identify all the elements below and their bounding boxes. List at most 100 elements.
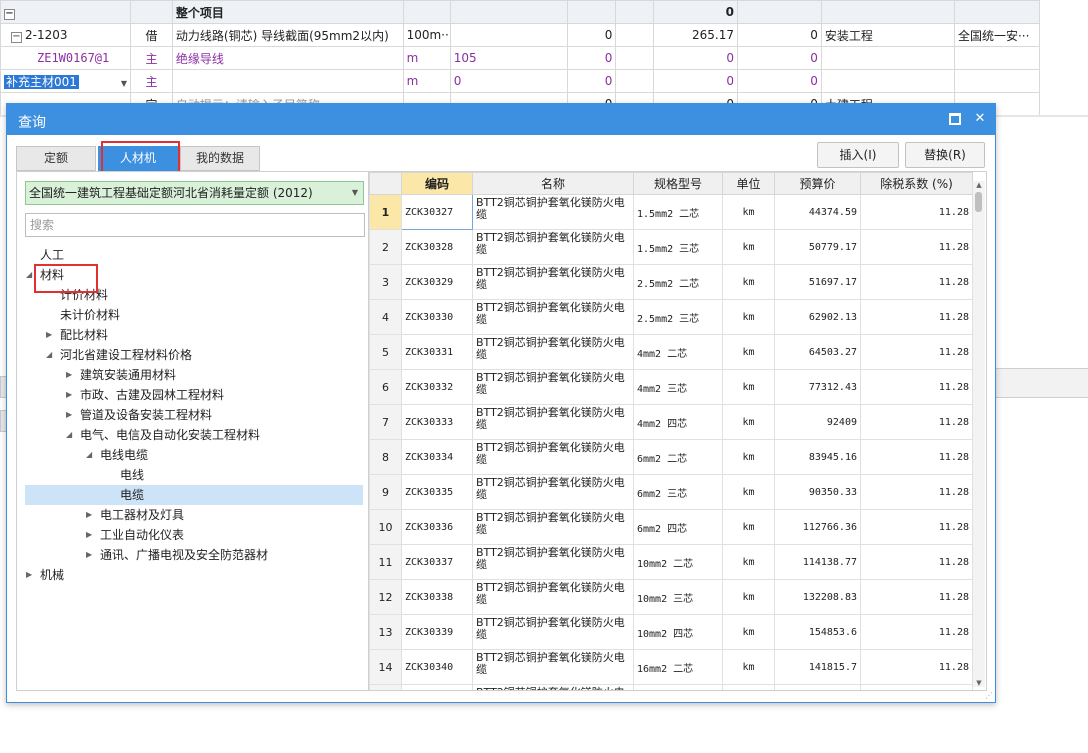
material-spec[interactable]: 16mm2 二芯 — [633, 649, 723, 685]
row-number[interactable]: 9 — [369, 474, 402, 510]
collapsed-arrow-icon[interactable]: ▶ — [66, 385, 72, 405]
material-name[interactable]: BTT2铜芯铜护套氧化镁防火电缆 — [472, 684, 634, 690]
material-name[interactable]: BTT2铜芯铜护套氧化镁防火电缆 — [472, 404, 634, 440]
tax-coefficient[interactable]: 11.28 — [860, 509, 973, 545]
table-row[interactable]: 15ZCK30341BTT2铜芯铜护套氧化镁防火电缆16mm2 三芯km1742… — [369, 684, 973, 690]
tax-coefficient[interactable]: 11.28 — [860, 474, 973, 510]
material-spec[interactable]: 1.5mm2 三芯 — [633, 229, 723, 265]
material-unit[interactable]: km — [722, 299, 775, 335]
expanded-arrow-icon[interactable]: ◢ — [46, 345, 52, 365]
sheet-collapse-cell[interactable]: − — [0, 0, 131, 24]
tax-coefficient[interactable]: 11.28 — [860, 194, 973, 230]
material-spec[interactable]: 4mm2 四芯 — [633, 404, 723, 440]
budget-price[interactable]: 77312.43 — [774, 369, 861, 405]
tax-coefficient[interactable]: 11.28 — [860, 614, 973, 650]
table-row[interactable]: 10 ZCK30336 BTT2铜芯铜护套氧化镁防火电缆 6mm2 四芯 km 11276… — [369, 509, 973, 545]
material-unit[interactable]: km — [722, 369, 775, 405]
table-row[interactable]: 7 ZCK30333 BTT2铜芯铜护套氧化镁防火电缆 4mm2 四芯 km 92409 1… — [369, 404, 973, 440]
material-code[interactable]: ZCK30332 — [401, 369, 473, 405]
material-name[interactable]: BTT2铜芯铜护套氧化镁防火电缆 — [472, 299, 634, 335]
table-row[interactable]: 8 ZCK30334 BTT2铜芯铜护套氧化镁防火电缆 6mm2 二芯 km 83945.… — [369, 439, 973, 475]
grid-header-unit[interactable]: 单位 — [722, 172, 775, 195]
sheet-header-row[interactable]: − 整个项目 0 — [0, 0, 1041, 24]
tab-quota[interactable]: 定额 — [16, 146, 96, 171]
material-name[interactable]: BTT2铜芯铜护套氧化镁防火电缆 — [472, 264, 634, 300]
minus-box-icon[interactable]: − — [11, 31, 22, 43]
row-number[interactable]: 2 — [369, 229, 402, 265]
row-number[interactable]: 8 — [369, 439, 402, 475]
grid-header-price[interactable]: 预算价 — [774, 172, 861, 195]
grid-header-code[interactable]: 编码 — [401, 172, 473, 195]
tax-coefficient[interactable]: 11.28 — [860, 404, 973, 440]
material-code[interactable]: ZCK30338 — [401, 579, 473, 615]
sheet-row[interactable]: ZE1W0167@1 主 绝缘导线 m 105 0 0 0 — [0, 46, 1041, 70]
tree-item[interactable]: 人工 — [25, 245, 363, 265]
grid-scrollbar[interactable]: ▲ ▼ — [972, 181, 985, 687]
table-row[interactable]: 12 ZCK30338 BTT2铜芯铜护套氧化镁防火电缆 10mm2 三芯 km 1322… — [369, 579, 973, 615]
material-name[interactable]: BTT2铜芯铜护套氧化镁防火电缆 — [472, 369, 634, 405]
material-spec[interactable]: 4mm2 二芯 — [633, 334, 723, 370]
sheet-code[interactable]: 补充主材001 — [4, 74, 79, 89]
collapsed-arrow-icon[interactable]: ▶ — [26, 565, 32, 585]
material-name[interactable]: BTT2铜芯铜护套氧化镁防火电缆 — [472, 614, 634, 650]
material-spec[interactable]: 10mm2 二芯 — [633, 544, 723, 580]
tax-coefficient[interactable]: 11.28 — [860, 439, 973, 475]
row-number[interactable]: 6 — [369, 369, 402, 405]
material-code[interactable]: ZCK30341 — [401, 684, 473, 690]
row-number[interactable]: 14 — [369, 649, 402, 685]
replace-button[interactable]: 替换(R) — [905, 142, 985, 168]
tree-item[interactable]: ◢ 河北省建设工程材料价格 — [25, 345, 363, 365]
row-number[interactable]: 4 — [369, 299, 402, 335]
material-unit[interactable]: km — [722, 474, 775, 510]
material-spec[interactable]: 6mm2 二芯 — [633, 439, 723, 475]
table-row[interactable]: 5 ZCK30331 BTT2铜芯铜护套氧化镁防火电缆 4mm2 二芯 km 64503.… — [369, 334, 973, 370]
collapsed-arrow-icon[interactable]: ▶ — [86, 525, 92, 545]
grid-header-name[interactable]: 名称 — [472, 172, 634, 195]
expanded-arrow-icon[interactable]: ◢ — [86, 445, 92, 465]
tab-my-data[interactable]: 我的数据 — [180, 146, 260, 171]
budget-price[interactable]: 132208.83 — [774, 579, 861, 615]
material-spec[interactable]: 2.5mm2 二芯 — [633, 264, 723, 300]
material-code[interactable]: ZCK30334 — [401, 439, 473, 475]
material-name[interactable]: BTT2铜芯铜护套氧化镁防火电缆 — [472, 474, 634, 510]
table-row[interactable]: 14 ZCK30340 BTT2铜芯铜护套氧化镁防火电缆 16mm2 二芯 km 1418… — [369, 649, 973, 685]
material-unit[interactable]: km — [722, 334, 775, 370]
resize-grip-icon[interactable]: ⋰ — [985, 691, 993, 700]
tax-coefficient[interactable]: 11.28 — [860, 264, 973, 300]
material-name[interactable]: BTT2铜芯铜护套氧化镁防火电缆 — [472, 439, 634, 475]
material-unit[interactable]: km — [722, 264, 775, 300]
budget-price[interactable]: 64503.27 — [774, 334, 861, 370]
chevron-down-icon[interactable]: ▼ — [352, 182, 358, 204]
tree-item[interactable]: ▶ 市政、古建及园林工程材料 — [25, 385, 363, 405]
tax-coefficient[interactable]: 11.28 — [860, 649, 973, 685]
material-name[interactable]: BTT2铜芯铜护套氧化镁防火电缆 — [472, 334, 634, 370]
material-spec[interactable]: 16mm2 三芯 — [633, 684, 723, 690]
budget-price[interactable]: 62902.13 — [774, 299, 861, 335]
tree-item[interactable]: ▶ 机械 — [25, 565, 363, 585]
material-unit[interactable]: km — [722, 194, 775, 230]
collapsed-arrow-icon[interactable]: ▶ — [66, 405, 72, 425]
tree-item[interactable]: ▶ 建筑安装通用材料 — [25, 365, 363, 385]
sheet-row[interactable]: −2-1203 借 动力线路(铜芯) 导线截面(95mm2以内) 100m···… — [0, 23, 1041, 47]
material-code[interactable]: ZCK30336 — [401, 509, 473, 545]
expanded-arrow-icon[interactable]: ◢ — [26, 265, 32, 285]
grid-header-tax[interactable]: 除税系数 (%) — [860, 172, 973, 195]
tree-item[interactable]: 未计价材料 — [25, 305, 363, 325]
material-spec[interactable]: 6mm2 四芯 — [633, 509, 723, 545]
budget-price[interactable]: 51697.17 — [774, 264, 861, 300]
material-code[interactable]: ZCK30333 — [401, 404, 473, 440]
row-number[interactable]: 12 — [369, 579, 402, 615]
material-name[interactable]: BTT2铜芯铜护套氧化镁防火电缆 — [472, 509, 634, 545]
tax-coefficient[interactable]: 11.28 — [860, 544, 973, 580]
material-name[interactable]: BTT2铜芯铜护套氧化镁防火电缆 — [472, 229, 634, 265]
material-code[interactable]: ZCK30337 — [401, 544, 473, 580]
tax-coefficient[interactable]: 11.28 — [860, 579, 973, 615]
material-code[interactable]: ZCK30329 — [401, 264, 473, 300]
tree-item[interactable]: ▶ 配比材料 — [25, 325, 363, 345]
row-number[interactable]: 1 — [369, 194, 402, 230]
row-number[interactable]: 7 — [369, 404, 402, 440]
grid-header-spec[interactable]: 规格型号 — [633, 172, 723, 195]
budget-price[interactable]: 90350.33 — [774, 474, 861, 510]
table-row[interactable]: 11 ZCK30337 BTT2铜芯铜护套氧化镁防火电缆 10mm2 二芯 km 1141… — [369, 544, 973, 580]
maximize-icon[interactable] — [949, 112, 961, 125]
